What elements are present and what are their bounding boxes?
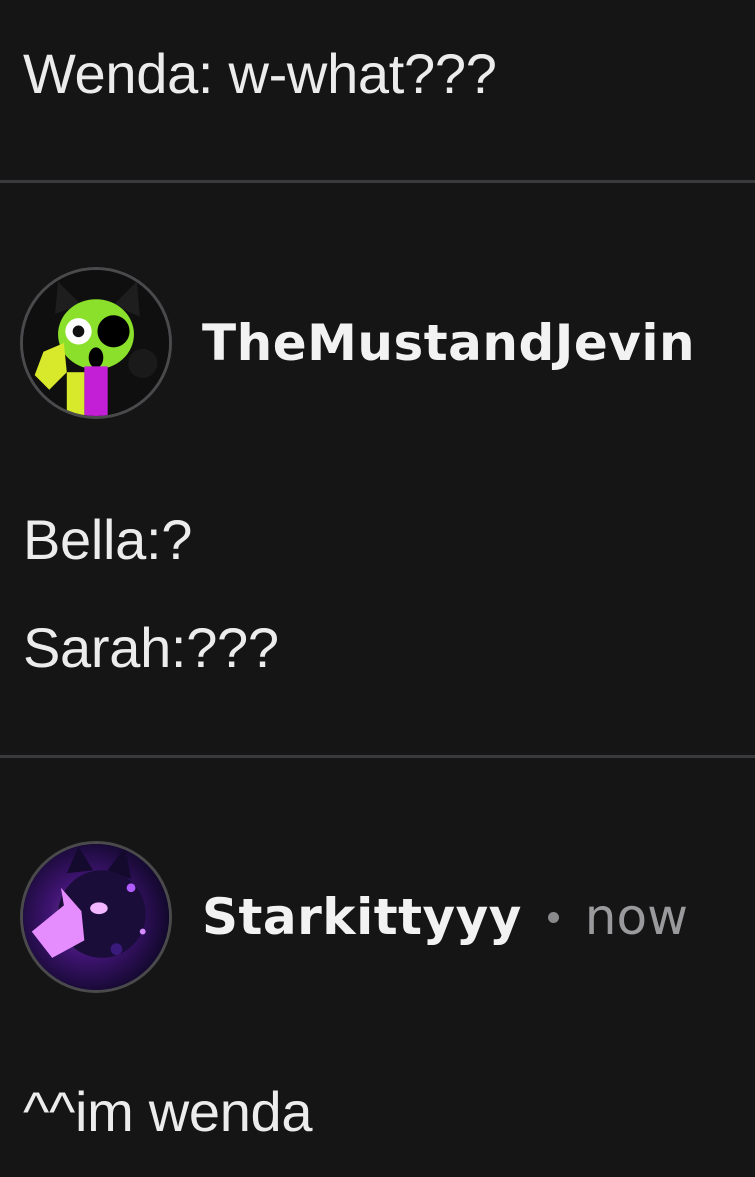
comment-divider [0,755,755,758]
comment-header: TheMustandJevin [20,267,695,419]
green-skull-cat-avatar-icon [23,270,169,416]
user-avatar[interactable] [20,267,172,419]
separator-dot-icon [547,911,559,923]
comment-text: Wenda: w-what??? [23,42,497,105]
username[interactable]: TheMustandJevin [202,314,695,372]
comment-header: Starkittyyy now [20,841,688,993]
comment-divider [0,180,755,183]
purple-galaxy-cat-avatar-icon [23,844,169,990]
user-avatar[interactable] [20,841,172,993]
comment-text: Bella:? [23,508,193,571]
comment-text: ^^im wenda [23,1080,313,1143]
username[interactable]: Starkittyyy [202,888,522,946]
timestamp: now [584,888,688,946]
comment-text: Sarah:??? [23,616,279,679]
